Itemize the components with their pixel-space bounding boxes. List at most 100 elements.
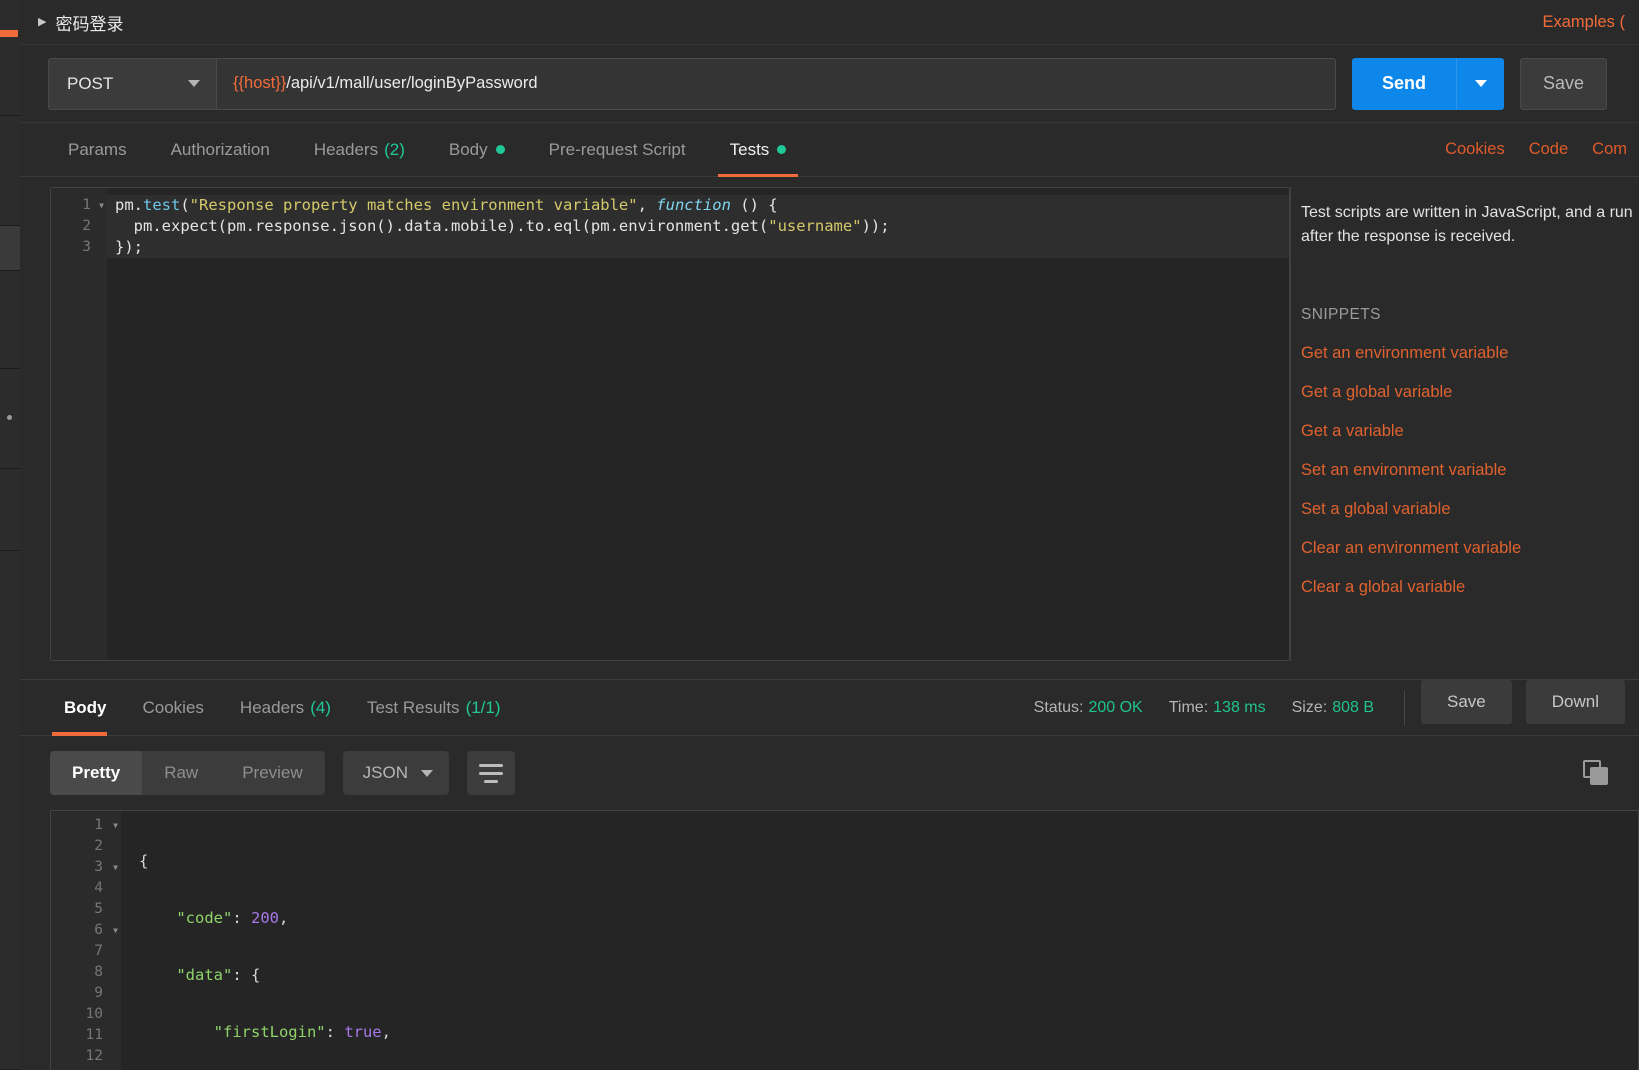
- tab-label: Body: [448, 139, 488, 159]
- time-metric: Time: 138 ms: [1168, 698, 1266, 716]
- view-mode-group[interactable]: Pretty Raw Preview: [50, 751, 325, 795]
- url-bar: POST {{host}}/api/v1/mall/user/loginByPa…: [20, 45, 1639, 123]
- tab-body[interactable]: Body: [427, 123, 527, 176]
- snippets-description: Test scripts are written in JavaScript, …: [1301, 204, 1633, 245]
- response-tab-cookies[interactable]: Cookies: [125, 680, 222, 735]
- rail-item-7[interactable]: [0, 469, 20, 551]
- code-line-2: pm.expect(pm.response.json().data.mobile…: [107, 216, 1289, 237]
- examples-link[interactable]: Examples (: [1542, 13, 1625, 32]
- cookies-link[interactable]: Cookies: [1433, 123, 1517, 176]
- rail-item-5[interactable]: [0, 271, 20, 369]
- snippets-panel: Test scripts are written in JavaScript, …: [1290, 187, 1639, 661]
- size-value: 808 B: [1332, 698, 1374, 716]
- http-method-select[interactable]: POST: [48, 57, 216, 110]
- snippet-clear-global-variable[interactable]: Clear a global variable: [1301, 578, 1639, 597]
- gutter-line: 2: [94, 838, 103, 854]
- gutter-line: 10: [85, 1006, 103, 1022]
- gutter-line: ▼ 1: [51, 195, 107, 216]
- fold-arrow-icon[interactable]: ▼: [113, 920, 118, 941]
- editor-gutter: ▼ 1 2 3: [51, 188, 107, 660]
- page-title: 密码登录: [55, 14, 124, 34]
- fold-arrow-icon[interactable]: ▼: [113, 857, 118, 878]
- send-button-group[interactable]: Send: [1352, 57, 1505, 110]
- url-path: /api/v1/mall/user/loginByPassword: [286, 74, 538, 92]
- download-response-button[interactable]: Downl: [1525, 680, 1625, 724]
- url-variable: {{host}}: [233, 74, 287, 92]
- wrap-lines-icon[interactable]: [466, 751, 515, 795]
- left-sidebar-rail[interactable]: [0, 0, 20, 1070]
- gutter-line: 11: [85, 1027, 103, 1043]
- tab-label: Test Results: [366, 697, 460, 717]
- tab-params[interactable]: Params: [46, 123, 149, 176]
- send-options-button[interactable]: [1456, 57, 1505, 110]
- tab-tests[interactable]: Tests: [708, 123, 809, 177]
- response-tab-test-results[interactable]: Test Results (1/1): [349, 680, 519, 735]
- request-response-area: ▶ 密码登录 Examples ( POST {{host}}/api/v1/m…: [20, 0, 1639, 1070]
- response-json-viewer[interactable]: ▼ 1 2 ▼ 3 4 5 ▼ 6 7 8 9 10 11 12 { "code": …: [50, 810, 1639, 1070]
- tab-label: Headers: [239, 697, 305, 717]
- save-request-button[interactable]: Save: [1520, 57, 1608, 110]
- snippet-get-global-variable[interactable]: Get a global variable: [1301, 383, 1639, 402]
- rail-item-4-active[interactable]: [0, 226, 20, 271]
- request-tabs: Params Authorization Headers (2) Body Pr…: [20, 123, 1639, 177]
- tab-authorization[interactable]: Authorization: [149, 123, 292, 176]
- code-line-3: });: [107, 237, 1289, 258]
- view-mode-pretty[interactable]: Pretty: [50, 751, 143, 795]
- snippet-set-global-variable[interactable]: Set a global variable: [1301, 500, 1639, 519]
- tab-headers[interactable]: Headers (2): [292, 123, 427, 176]
- format-select[interactable]: JSON: [342, 751, 449, 795]
- code-link[interactable]: Code: [1517, 123, 1580, 176]
- fold-arrow-icon[interactable]: ▼: [99, 195, 104, 216]
- tab-label: Pre-request Script: [548, 139, 686, 159]
- gutter-line: 4: [94, 880, 103, 896]
- url-input[interactable]: {{host}}/api/v1/mall/user/loginByPasswor…: [216, 57, 1336, 110]
- json-line-1: {: [139, 852, 149, 870]
- snippet-clear-environment-variable[interactable]: Clear an environment variable: [1301, 539, 1639, 558]
- size-metric: Size: 808 B: [1291, 698, 1374, 716]
- tab-label: Headers: [313, 139, 379, 159]
- response-tabs: Body Cookies Headers (4) Test Results (1…: [20, 680, 1639, 736]
- snippet-get-environment-variable[interactable]: Get an environment variable: [1301, 344, 1639, 363]
- response-tab-body[interactable]: Body: [46, 680, 125, 736]
- json-code[interactable]: { "code": 200, "data": { "firstLogin": t…: [121, 811, 1638, 1070]
- tab-pre-request-script[interactable]: Pre-request Script: [527, 123, 708, 176]
- comments-link[interactable]: Com: [1580, 123, 1639, 176]
- json-line-3: "data": {: [176, 966, 261, 984]
- time-value: 138 ms: [1213, 698, 1266, 716]
- copy-icon[interactable]: [1583, 760, 1609, 786]
- rail-item-2[interactable]: [0, 36, 20, 116]
- tab-label: Cookies: [142, 697, 204, 717]
- divider: [1404, 690, 1405, 725]
- json-gutter: ▼ 1 2 ▼ 3 4 5 ▼ 6 7 8 9 10 11 12: [51, 811, 121, 1070]
- response-tab-headers[interactable]: Headers (4): [222, 680, 349, 735]
- tests-modified-dot-icon: [777, 145, 787, 154]
- snippet-set-environment-variable[interactable]: Set an environment variable: [1301, 461, 1639, 480]
- caret-right-icon[interactable]: ▶: [38, 16, 46, 28]
- response-pane: Body Cookies Headers (4) Test Results (1…: [20, 679, 1639, 1070]
- fold-arrow-icon[interactable]: ▼: [113, 815, 118, 836]
- tab-count: (4): [310, 697, 331, 717]
- tab-count: (2): [384, 139, 405, 159]
- send-button[interactable]: Send: [1352, 57, 1457, 110]
- json-line-4: "firstLogin": true,: [213, 1023, 391, 1041]
- response-body-toolbar: Pretty Raw Preview JSON: [20, 736, 1639, 810]
- tab-label: Authorization: [170, 139, 270, 159]
- json-line-2: "code": 200,: [176, 909, 289, 927]
- chevron-down-icon: [1474, 80, 1487, 87]
- view-mode-raw[interactable]: Raw: [142, 751, 220, 795]
- snippet-get-variable[interactable]: Get a variable: [1301, 422, 1639, 441]
- tests-editor-row: ▼ 1 2 3 pm.test("Response property matche…: [20, 177, 1639, 679]
- rail-item-8[interactable]: [0, 551, 20, 1070]
- gutter-line: ▼ 3: [51, 857, 121, 878]
- postman-window: ▶ 密码登录 Examples ( POST {{host}}/api/v1/m…: [0, 0, 1639, 1070]
- editor-code[interactable]: pm.test("Response property matches envir…: [107, 188, 1289, 660]
- test-script-editor[interactable]: ▼ 1 2 3 pm.test("Response property matche…: [50, 187, 1290, 661]
- gutter-line: 2: [82, 218, 91, 234]
- gutter-line: 12: [85, 1048, 103, 1064]
- gutter-line: 7: [94, 943, 103, 959]
- snippets-scroll-fade: [1291, 643, 1639, 661]
- save-response-button[interactable]: Save: [1421, 680, 1512, 724]
- view-mode-preview[interactable]: Preview: [220, 751, 324, 795]
- rail-item-3[interactable]: [0, 116, 20, 226]
- gutter-line: 3: [82, 239, 91, 255]
